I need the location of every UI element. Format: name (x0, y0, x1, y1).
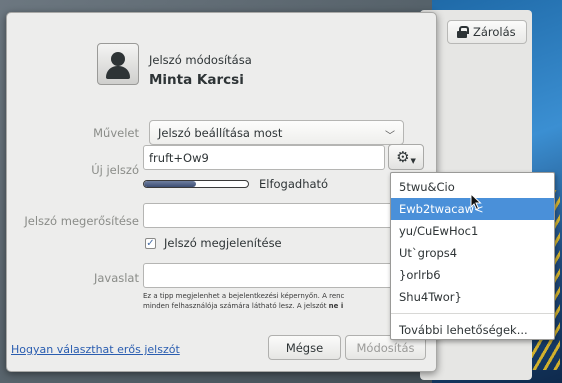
hint-help-line-2-text: minden felhasználója számára látható les… (143, 302, 329, 310)
hint-help-text: Ez a tipp megjelenhet a bejelentkezési k… (143, 291, 393, 311)
user-avatar-icon (97, 43, 139, 85)
gear-icon: ⚙ (396, 148, 410, 166)
hint-help-line-2: minden felhasználója számára látható les… (143, 301, 393, 311)
hint-field[interactable] (143, 263, 403, 288)
hint-label: Javaslat (93, 271, 139, 285)
menu-item-suggestion[interactable]: Shu4Twor} (391, 286, 554, 308)
change-password-dialog: Jelszó módosítása Minta Karcsi Művelet J… (6, 12, 437, 372)
menu-separator (391, 313, 554, 314)
menu-item-suggestion[interactable]: Ut`grops4 (391, 242, 554, 264)
action-combo[interactable]: Jelszó beállítása most ﹀ (149, 120, 404, 145)
hint-help-line-2-bold: ne i (328, 302, 344, 310)
new-password-label: Új jelszó (91, 163, 139, 177)
show-password-label[interactable]: Jelszó megjelenítése (164, 236, 282, 250)
chevron-down-icon: ﹀ (385, 131, 395, 142)
hint-help-line-1: Ez a tipp megjelenhet a bejelentkezési k… (143, 292, 345, 300)
user-name: Minta Karcsi (149, 72, 244, 88)
new-password-field[interactable]: fruft+Ow9 (143, 145, 385, 170)
new-password-value: fruft+Ow9 (149, 151, 209, 165)
lock-button[interactable]: Zárolás (447, 20, 527, 44)
password-strength-label: Elfogadható (259, 177, 329, 191)
lock-icon (457, 26, 469, 38)
show-password-checkbox[interactable]: ✓ (145, 238, 156, 249)
confirm-password-label: Jelszó megerősítése (24, 214, 139, 228)
password-help-link[interactable]: Hogyan választhat erős jelszót (11, 343, 180, 356)
lock-button-label: Zárolás (473, 25, 516, 39)
menu-item-suggestion[interactable]: }orlrb6 (391, 264, 554, 286)
check-icon: ✓ (146, 238, 155, 249)
action-label: Művelet (93, 126, 139, 140)
action-combo-value: Jelszó beállítása most (158, 126, 283, 140)
generate-password-button[interactable]: ⚙ ▼ (388, 144, 424, 170)
confirm-password-field[interactable] (143, 203, 403, 228)
cancel-button[interactable]: Mégse (268, 335, 341, 360)
menu-item-more-options[interactable]: További lehetőségek... (391, 319, 554, 341)
password-strength-fill (144, 181, 196, 187)
password-strength-bar (143, 180, 249, 188)
dropdown-arrow-icon: ▼ (410, 157, 416, 165)
dialog-subtitle: Jelszó módosítása (149, 53, 252, 67)
menu-item-suggestion[interactable]: yu/CuEwHoc1 (391, 220, 554, 242)
